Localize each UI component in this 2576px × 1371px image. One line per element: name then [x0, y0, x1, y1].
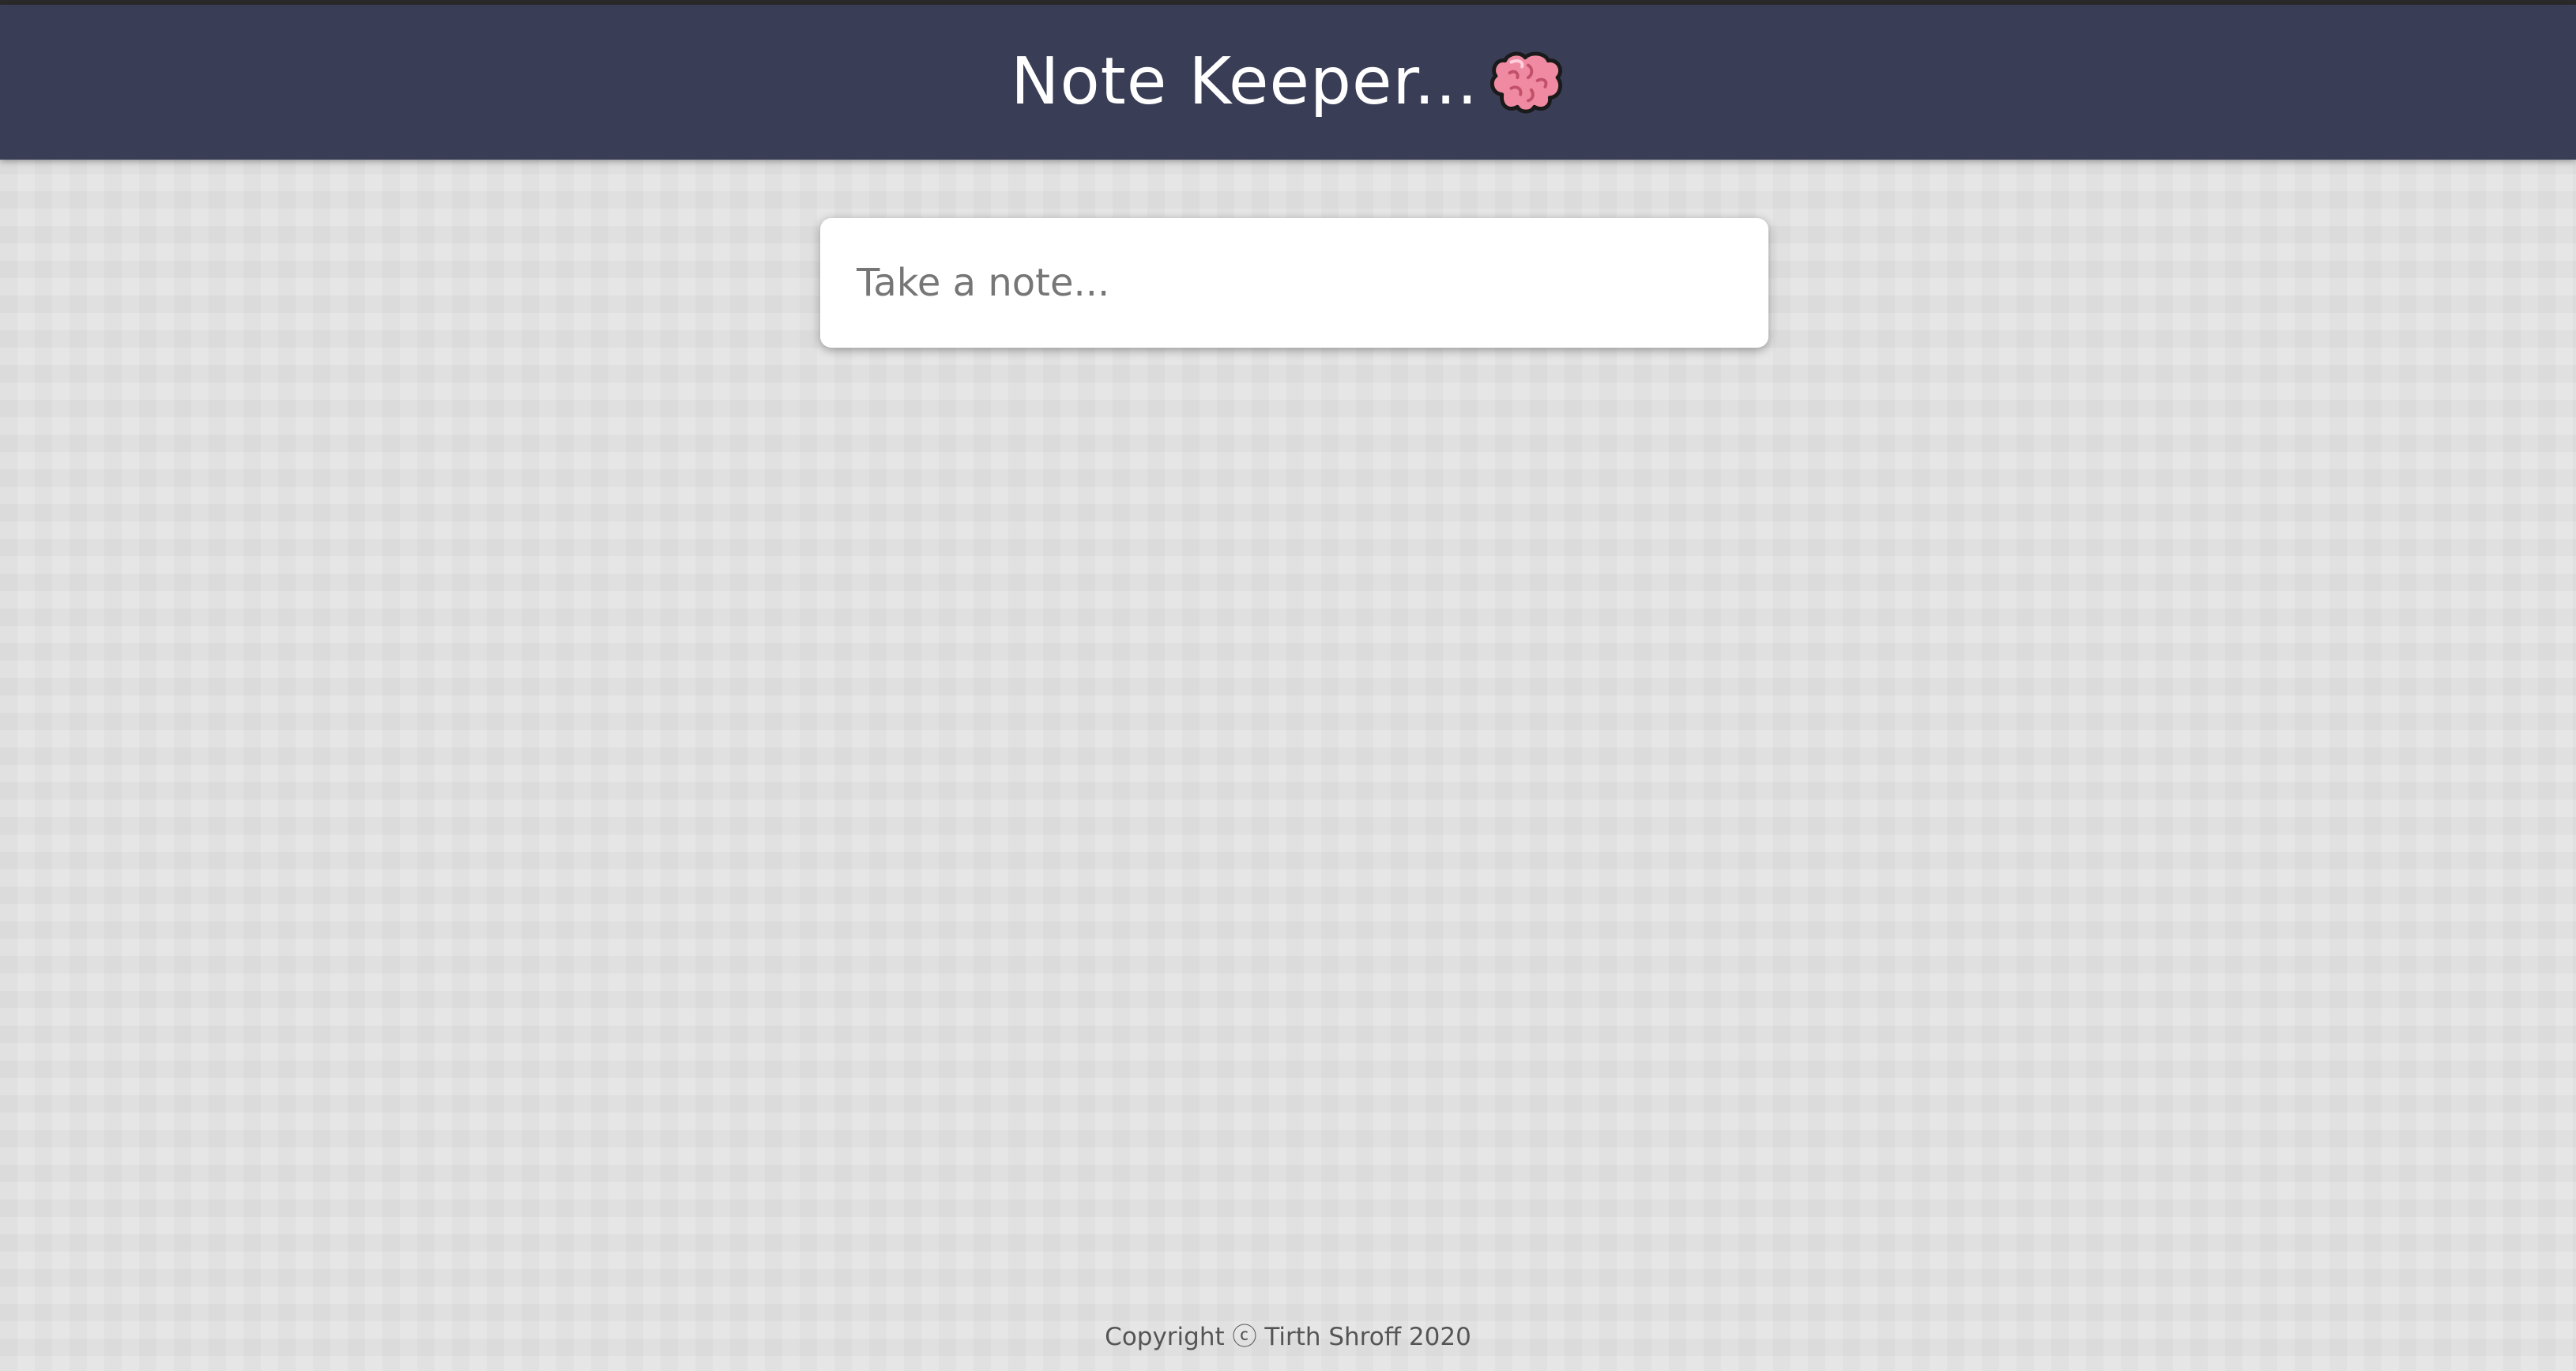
note-card: [820, 218, 1768, 348]
brain-icon: [1489, 51, 1562, 114]
footer-copyright: Copyright ⓒ Tirth Shroff 2020: [1105, 1323, 1471, 1351]
take-note-input[interactable]: [857, 218, 1734, 348]
title-group: Note Keeper...: [1011, 50, 1565, 115]
app-title: Note Keeper...: [1011, 44, 1478, 119]
app-header: Note Keeper...: [0, 5, 2576, 160]
